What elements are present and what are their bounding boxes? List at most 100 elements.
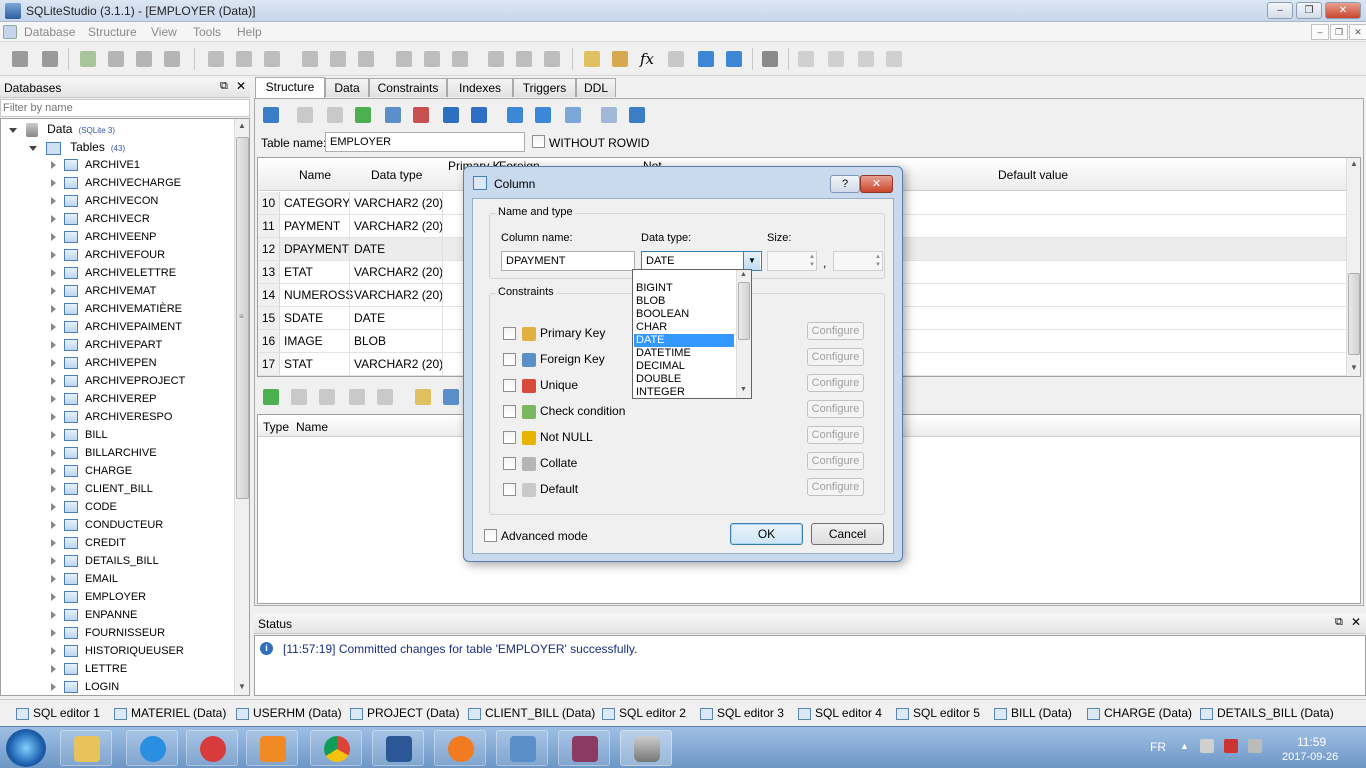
expand-arrow-icon[interactable] (51, 287, 56, 296)
window-task-item[interactable]: MATERIEL (Data) (114, 706, 226, 720)
taskbar-explorer[interactable] (60, 730, 112, 766)
expand-arrow-icon[interactable] (51, 251, 56, 260)
tree-table-item[interactable]: LOGIN (51, 678, 119, 695)
data-type-combo[interactable]: DATE ▼ (641, 251, 762, 271)
drop-trigger-icon[interactable] (452, 51, 468, 67)
expand-arrow-icon[interactable] (51, 467, 56, 476)
minimize-button[interactable]: ‒ (1267, 2, 1293, 19)
tree-table-item[interactable]: CHARGE (51, 462, 132, 480)
add-column-icon[interactable] (355, 107, 371, 123)
combo-arrow-icon[interactable]: ▼ (743, 252, 760, 270)
window-task-item[interactable]: CHARGE (Data) (1087, 706, 1192, 720)
data-type-option[interactable]: DECIMAL (634, 360, 734, 373)
menu-view[interactable]: View (151, 25, 177, 39)
import-table-icon[interactable] (507, 107, 523, 123)
tree-table-item[interactable]: CODE (51, 498, 117, 516)
edit-index-icon[interactable] (330, 51, 346, 67)
refresh-structure-icon[interactable] (263, 107, 279, 123)
configure-foreign-key-button[interactable]: Configure (807, 348, 864, 366)
expand-arrow-icon[interactable] (51, 395, 56, 404)
expand-arrow-icon[interactable] (51, 413, 56, 422)
mdi-close-button[interactable]: ✕ (1349, 24, 1366, 40)
clock-time[interactable]: 11:59 (1297, 735, 1326, 749)
expand-arrow-icon[interactable] (51, 611, 56, 620)
expand-arrow-icon[interactable] (51, 503, 56, 512)
remove-database-icon[interactable] (136, 51, 152, 67)
tree-table-item[interactable]: ARCHIVECON (51, 192, 158, 210)
tree-table-item[interactable]: ENPANNE (51, 606, 137, 624)
expand-arrow-icon[interactable] (51, 593, 56, 602)
edit-view-icon[interactable] (516, 51, 532, 67)
window-task-item[interactable]: CLIENT_BILL (Data) (468, 706, 595, 720)
rollback-icon[interactable] (327, 107, 343, 123)
data-type-option[interactable]: BOOLEAN (634, 308, 734, 321)
tree-table-item[interactable]: ARCHIVELETTRE (51, 264, 176, 282)
move-down-icon[interactable] (471, 107, 487, 123)
move-up-icon[interactable] (443, 107, 459, 123)
constraint-not-null-checkbox[interactable] (503, 431, 516, 445)
edit-database-icon[interactable] (108, 51, 124, 67)
edit-constraint-icon[interactable] (291, 389, 307, 405)
data-type-option[interactable]: BLOB (634, 295, 734, 308)
grid-scrollbar[interactable]: ▲ ▼ (1346, 158, 1360, 376)
tile-horizontal-icon[interactable] (828, 51, 844, 67)
tab-constraints[interactable]: Constraints (369, 78, 447, 97)
taskbar-word[interactable] (372, 730, 424, 766)
window-task-item[interactable]: SQL editor 2 (602, 706, 686, 720)
expand-arrow-icon[interactable] (51, 377, 56, 386)
tray-device-icon[interactable] (1200, 739, 1214, 753)
tree-table-item[interactable]: ARCHIVEPEN (51, 354, 157, 372)
expand-arrow-icon[interactable] (51, 305, 56, 314)
status-close-icon[interactable]: ✕ (1351, 615, 1361, 629)
commit-icon[interactable] (297, 107, 313, 123)
add-fk-icon[interactable] (443, 389, 459, 405)
tree-table-item[interactable]: ARCHIVEFOUR (51, 246, 165, 264)
new-index-icon[interactable] (302, 51, 318, 67)
data-type-option[interactable]: DATETIME (634, 347, 734, 360)
menu-help[interactable]: Help (237, 25, 262, 39)
configure-not-null-button[interactable]: Configure (807, 426, 864, 444)
export-icon[interactable] (726, 51, 742, 67)
tree-table-item[interactable]: ARCHIVECHARGE (51, 174, 181, 192)
expand-arrow-icon[interactable] (51, 647, 56, 656)
edit-column-icon[interactable] (385, 107, 401, 123)
taskbar-app7[interactable] (434, 730, 486, 766)
tree-table-item[interactable]: ARCHIVEPART (51, 336, 162, 354)
new-view-icon[interactable] (488, 51, 504, 67)
connect-icon[interactable] (12, 51, 28, 67)
expand-arrow-icon[interactable] (51, 179, 56, 188)
taskbar-app3[interactable] (186, 730, 238, 766)
taskbar-sqlitestudio[interactable] (620, 730, 672, 766)
tree-table-item[interactable]: BILL (51, 426, 108, 444)
without-rowid-checkbox[interactable] (532, 134, 545, 149)
expand-arrow-icon[interactable] (51, 431, 56, 440)
expand-arrow-icon[interactable] (51, 485, 56, 494)
constraint-check-condition-checkbox[interactable] (503, 405, 516, 419)
window-task-item[interactable]: BILL (Data) (994, 706, 1072, 720)
tree-table-item[interactable]: ARCHIVEREP (51, 390, 157, 408)
tree-table-item[interactable]: CREDIT (51, 534, 126, 552)
edit-table-icon[interactable] (236, 51, 252, 67)
populate-icon[interactable] (565, 107, 581, 123)
table-name-input[interactable]: EMPLOYER (325, 132, 525, 152)
drop-index-icon[interactable] (358, 51, 374, 67)
tree-table-item[interactable]: DETAILS_BILL (51, 552, 159, 570)
expand-arrow-icon[interactable] (51, 557, 56, 566)
expand-arrow-icon[interactable] (51, 215, 56, 224)
menu-database[interactable]: Database (24, 25, 75, 39)
tree-table-item[interactable]: HISTORIQUEUSER (51, 642, 184, 660)
create-similar-icon[interactable] (601, 107, 617, 123)
advanced-mode-checkbox[interactable] (484, 528, 497, 543)
start-button[interactable] (6, 729, 46, 767)
window-task-item[interactable]: SQL editor 1 (16, 706, 100, 720)
data-type-option[interactable]: CHAR (634, 321, 734, 334)
constraint-down-icon[interactable] (377, 389, 393, 405)
menu-tools[interactable]: Tools (193, 25, 221, 39)
taskbar-virtualbox[interactable] (496, 730, 548, 766)
import-icon[interactable] (698, 51, 714, 67)
window-task-item[interactable]: DETAILS_BILL (Data) (1200, 706, 1334, 720)
expand-arrow-icon[interactable] (51, 341, 56, 350)
cascade-icon[interactable] (886, 51, 902, 67)
tab-ddl[interactable]: DDL (576, 78, 616, 97)
float-panel-icon[interactable]: ⧉ (220, 80, 228, 93)
